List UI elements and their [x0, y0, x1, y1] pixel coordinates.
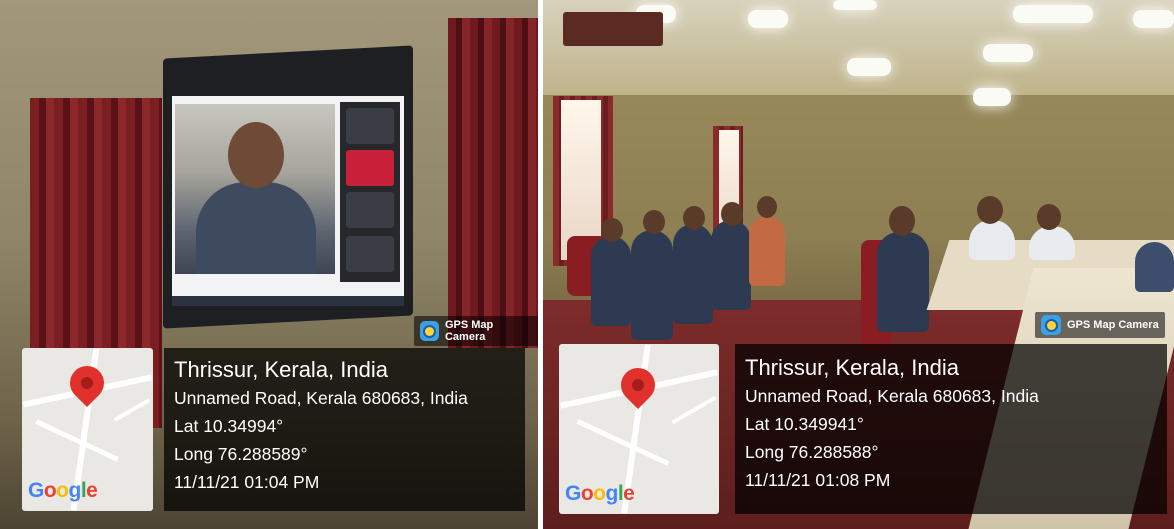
map-thumbnail: Google	[559, 344, 719, 514]
google-logo: Google	[28, 479, 98, 503]
gps-map-camera-badge: GPS Map Camera	[1035, 312, 1165, 338]
latitude: Lat 10.34994°	[174, 416, 284, 436]
longitude: Long 76.288589°	[174, 444, 308, 464]
curtain-right	[448, 18, 538, 348]
map-thumbnail: Google	[22, 348, 153, 511]
photo-left: GPS Map Camera Google Thrissur, Kerala, …	[0, 0, 538, 529]
screen-taskbar	[172, 296, 404, 306]
map-pin-icon	[62, 358, 112, 408]
badge-label: GPS Map Camera	[1067, 319, 1159, 331]
gps-map-camera-badge: GPS Map Camera	[414, 316, 538, 346]
address: Unnamed Road, Kerala 680683, India	[174, 388, 468, 408]
latitude: Lat 10.349941°	[745, 414, 864, 434]
longitude: Long 76.288588°	[745, 442, 879, 462]
gps-map-camera-icon	[1041, 315, 1061, 335]
photo-right: GPS Map Camera Google Thrissur, Kerala, …	[543, 0, 1174, 529]
google-logo-text: Google	[28, 479, 98, 502]
google-logo-text: Google	[565, 482, 635, 505]
place-name: Thrissur, Kerala, India	[174, 357, 388, 382]
badge-label: GPS Map Camera	[444, 319, 494, 343]
location-info-box: Thrissur, Kerala, India Unnamed Road, Ke…	[735, 344, 1167, 514]
google-logo: Google	[565, 482, 635, 506]
place-name: Thrissur, Kerala, India	[745, 355, 959, 380]
map-pin-icon	[613, 360, 663, 410]
location-info-box: Thrissur, Kerala, India Unnamed Road, Ke…	[164, 348, 525, 511]
air-conditioner	[563, 12, 663, 46]
datetime: 11/11/21 01:08 PM	[745, 470, 891, 490]
address: Unnamed Road, Kerala 680683, India	[745, 386, 1039, 406]
datetime: 11/11/21 01:04 PM	[174, 472, 320, 492]
gps-map-camera-icon	[420, 321, 439, 341]
